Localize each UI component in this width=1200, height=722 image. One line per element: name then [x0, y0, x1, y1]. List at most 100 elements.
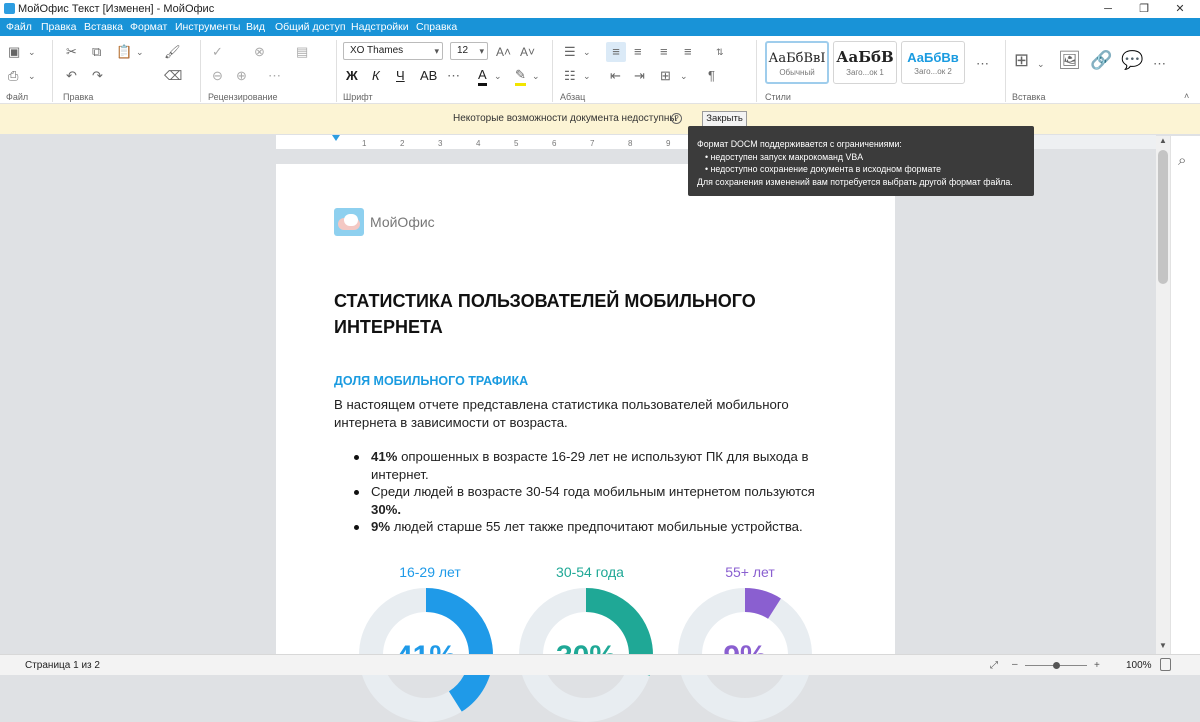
- table-dropdown-icon[interactable]: ⌄: [1037, 56, 1045, 72]
- bullet-list-dropdown-icon[interactable]: ⌄: [583, 44, 591, 60]
- status-bar: Страница 1 из 2 ⤢ – + 100%: [0, 654, 1200, 675]
- highlight-icon[interactable]: ✎: [515, 67, 526, 86]
- ruler-tick: 2: [400, 139, 405, 148]
- save-dropdown-icon[interactable]: ⌄: [28, 44, 36, 60]
- undo-icon[interactable]: ↶: [66, 68, 77, 84]
- document-page[interactable]: МойОфис СТАТИСТИКА ПОЛЬЗОВАТЕЛЕЙ МОБИЛЬН…: [276, 164, 895, 722]
- style-heading-2[interactable]: АаБбВв Заго...ок 2: [901, 41, 965, 84]
- comment-icon[interactable]: ▤: [296, 44, 308, 60]
- divider: [336, 40, 337, 102]
- search-icon[interactable]: ⌕: [1178, 152, 1186, 169]
- table-border-dropdown-icon[interactable]: ⌄: [680, 68, 688, 84]
- menu-tools[interactable]: Инструменты: [175, 18, 240, 36]
- page-view-icon[interactable]: [1160, 658, 1171, 671]
- reject-change-icon[interactable]: ⊗: [254, 44, 265, 60]
- numbered-list-dropdown-icon[interactable]: ⌄: [583, 68, 591, 84]
- link-icon[interactable]: 🔗: [1090, 51, 1112, 69]
- help-icon[interactable]: ?: [671, 113, 682, 124]
- more-review-icon[interactable]: ⋯: [268, 68, 281, 84]
- zoom-in-icon[interactable]: +: [1094, 655, 1100, 676]
- group-label-insert: Вставка: [1012, 92, 1046, 102]
- image-icon[interactable]: 🖼: [1058, 51, 1081, 69]
- increase-indent-icon[interactable]: ⇥: [634, 68, 645, 84]
- copy-icon[interactable]: ⧉: [92, 44, 101, 60]
- paste-icon[interactable]: 📋: [116, 44, 132, 60]
- scroll-up-icon[interactable]: ▲: [1159, 136, 1167, 145]
- format-painter-icon[interactable]: 🖌: [164, 44, 181, 60]
- zoom-slider-handle[interactable]: [1053, 662, 1060, 669]
- print-icon[interactable]: ⎙: [8, 68, 18, 84]
- clear-format-icon[interactable]: ⌫: [164, 68, 182, 84]
- decrease-font-icon[interactable]: A˅: [520, 44, 535, 60]
- divider: [1005, 40, 1006, 102]
- increase-font-icon[interactable]: A˄: [496, 44, 511, 60]
- align-left-icon[interactable]: ≡: [606, 42, 626, 62]
- next-change-icon[interactable]: ⊕: [236, 68, 247, 84]
- table-icon[interactable]: ⊞: [1014, 51, 1029, 69]
- pilcrow-icon[interactable]: ¶: [708, 68, 715, 84]
- save-icon[interactable]: ▣: [8, 44, 20, 60]
- menu-bar: Файл Правка Вставка Формат Инструменты В…: [0, 18, 1200, 36]
- style-heading-1-preview: АаБбВ: [836, 48, 894, 66]
- italic-icon[interactable]: К: [372, 68, 380, 84]
- previous-change-icon[interactable]: ⊖: [212, 68, 223, 84]
- vertical-scrollbar[interactable]: ▲ ▼: [1156, 136, 1170, 654]
- chart-label-55-plus: 55+ лет: [725, 564, 775, 580]
- fit-page-icon[interactable]: ⤢: [990, 655, 998, 676]
- menu-insert[interactable]: Вставка: [84, 18, 123, 36]
- justify-icon[interactable]: ≡: [684, 44, 692, 60]
- group-label-edit: Правка: [63, 92, 94, 102]
- zoom-value[interactable]: 100%: [1126, 655, 1152, 676]
- bullet-text: людей старше 55 лет также предпочитают м…: [390, 519, 803, 534]
- underline-icon[interactable]: Ч: [396, 68, 405, 84]
- zoom-out-icon[interactable]: –: [1012, 654, 1018, 675]
- bullet-list-icon[interactable]: ☰: [564, 44, 576, 60]
- print-dropdown-icon[interactable]: ⌄: [28, 68, 36, 84]
- style-heading-2-caption: Заго...ок 2: [914, 67, 952, 76]
- font-color-dropdown-icon[interactable]: ⌄: [494, 68, 502, 84]
- first-line-indent-marker[interactable]: [332, 135, 340, 141]
- redo-icon[interactable]: ↷: [92, 68, 103, 84]
- close-infobar-button[interactable]: Закрыть: [702, 111, 747, 127]
- bullet-text: Среди людей в возрасте 30-54 года мобиль…: [371, 484, 815, 499]
- more-insert-icon[interactable]: ⋯: [1153, 56, 1166, 72]
- table-border-icon[interactable]: ⊞: [660, 68, 671, 84]
- font-color-icon[interactable]: A: [478, 67, 487, 86]
- close-window-button[interactable]: ✕: [1162, 0, 1198, 18]
- line-spacing-icon[interactable]: ⇅: [716, 44, 724, 60]
- maximize-button[interactable]: ❐: [1126, 0, 1162, 18]
- minimize-button[interactable]: ─: [1090, 0, 1126, 18]
- menu-view[interactable]: Вид: [246, 18, 265, 36]
- highlight-dropdown-icon[interactable]: ⌄: [532, 68, 540, 84]
- accept-change-icon[interactable]: ✓: [212, 44, 223, 60]
- style-normal-caption: Обычный: [779, 68, 815, 77]
- style-heading-1[interactable]: АаБбВ Заго...ок 1: [833, 41, 897, 84]
- cut-icon[interactable]: ✂: [66, 44, 77, 60]
- scrollbar-thumb[interactable]: [1158, 150, 1168, 284]
- scroll-down-icon[interactable]: ▼: [1159, 641, 1167, 650]
- strikethrough-icon[interactable]: AB: [420, 68, 437, 84]
- paste-dropdown-icon[interactable]: ⌄: [136, 44, 144, 60]
- menu-help[interactable]: Справка: [416, 18, 457, 36]
- comment-insert-icon[interactable]: 💬: [1121, 51, 1143, 69]
- menu-sharing[interactable]: Общий доступ: [275, 18, 346, 36]
- title-bar: МойОфис Текст [Изменен] - МойОфис ─ ❐ ✕: [0, 0, 1200, 18]
- chart-label-16-29: 16-29 лет: [399, 564, 461, 580]
- menu-file[interactable]: Файл: [6, 18, 32, 36]
- menu-addons[interactable]: Надстройки: [351, 18, 409, 36]
- align-center-icon[interactable]: ≡: [634, 44, 642, 60]
- font-name-select[interactable]: XO Thames ▾: [343, 42, 443, 60]
- bold-icon[interactable]: Ж: [346, 68, 358, 84]
- more-styles-icon[interactable]: ⋯: [976, 56, 989, 72]
- collapse-toolbar-icon[interactable]: ˄: [1184, 88, 1189, 104]
- tooltip-bullet: • недоступен запуск макрокоманд VBA: [705, 151, 864, 162]
- bullet-icon: [354, 455, 359, 460]
- style-normal[interactable]: АаБбВвІ Обычный: [765, 41, 829, 84]
- menu-format[interactable]: Формат: [130, 18, 167, 36]
- font-size-select[interactable]: 12 ▾: [450, 42, 488, 60]
- decrease-indent-icon[interactable]: ⇤: [610, 68, 621, 84]
- more-font-icon[interactable]: ⋯: [447, 68, 460, 84]
- numbered-list-icon[interactable]: ☷: [564, 68, 576, 84]
- align-right-icon[interactable]: ≡: [660, 44, 668, 60]
- menu-edit[interactable]: Правка: [41, 18, 76, 36]
